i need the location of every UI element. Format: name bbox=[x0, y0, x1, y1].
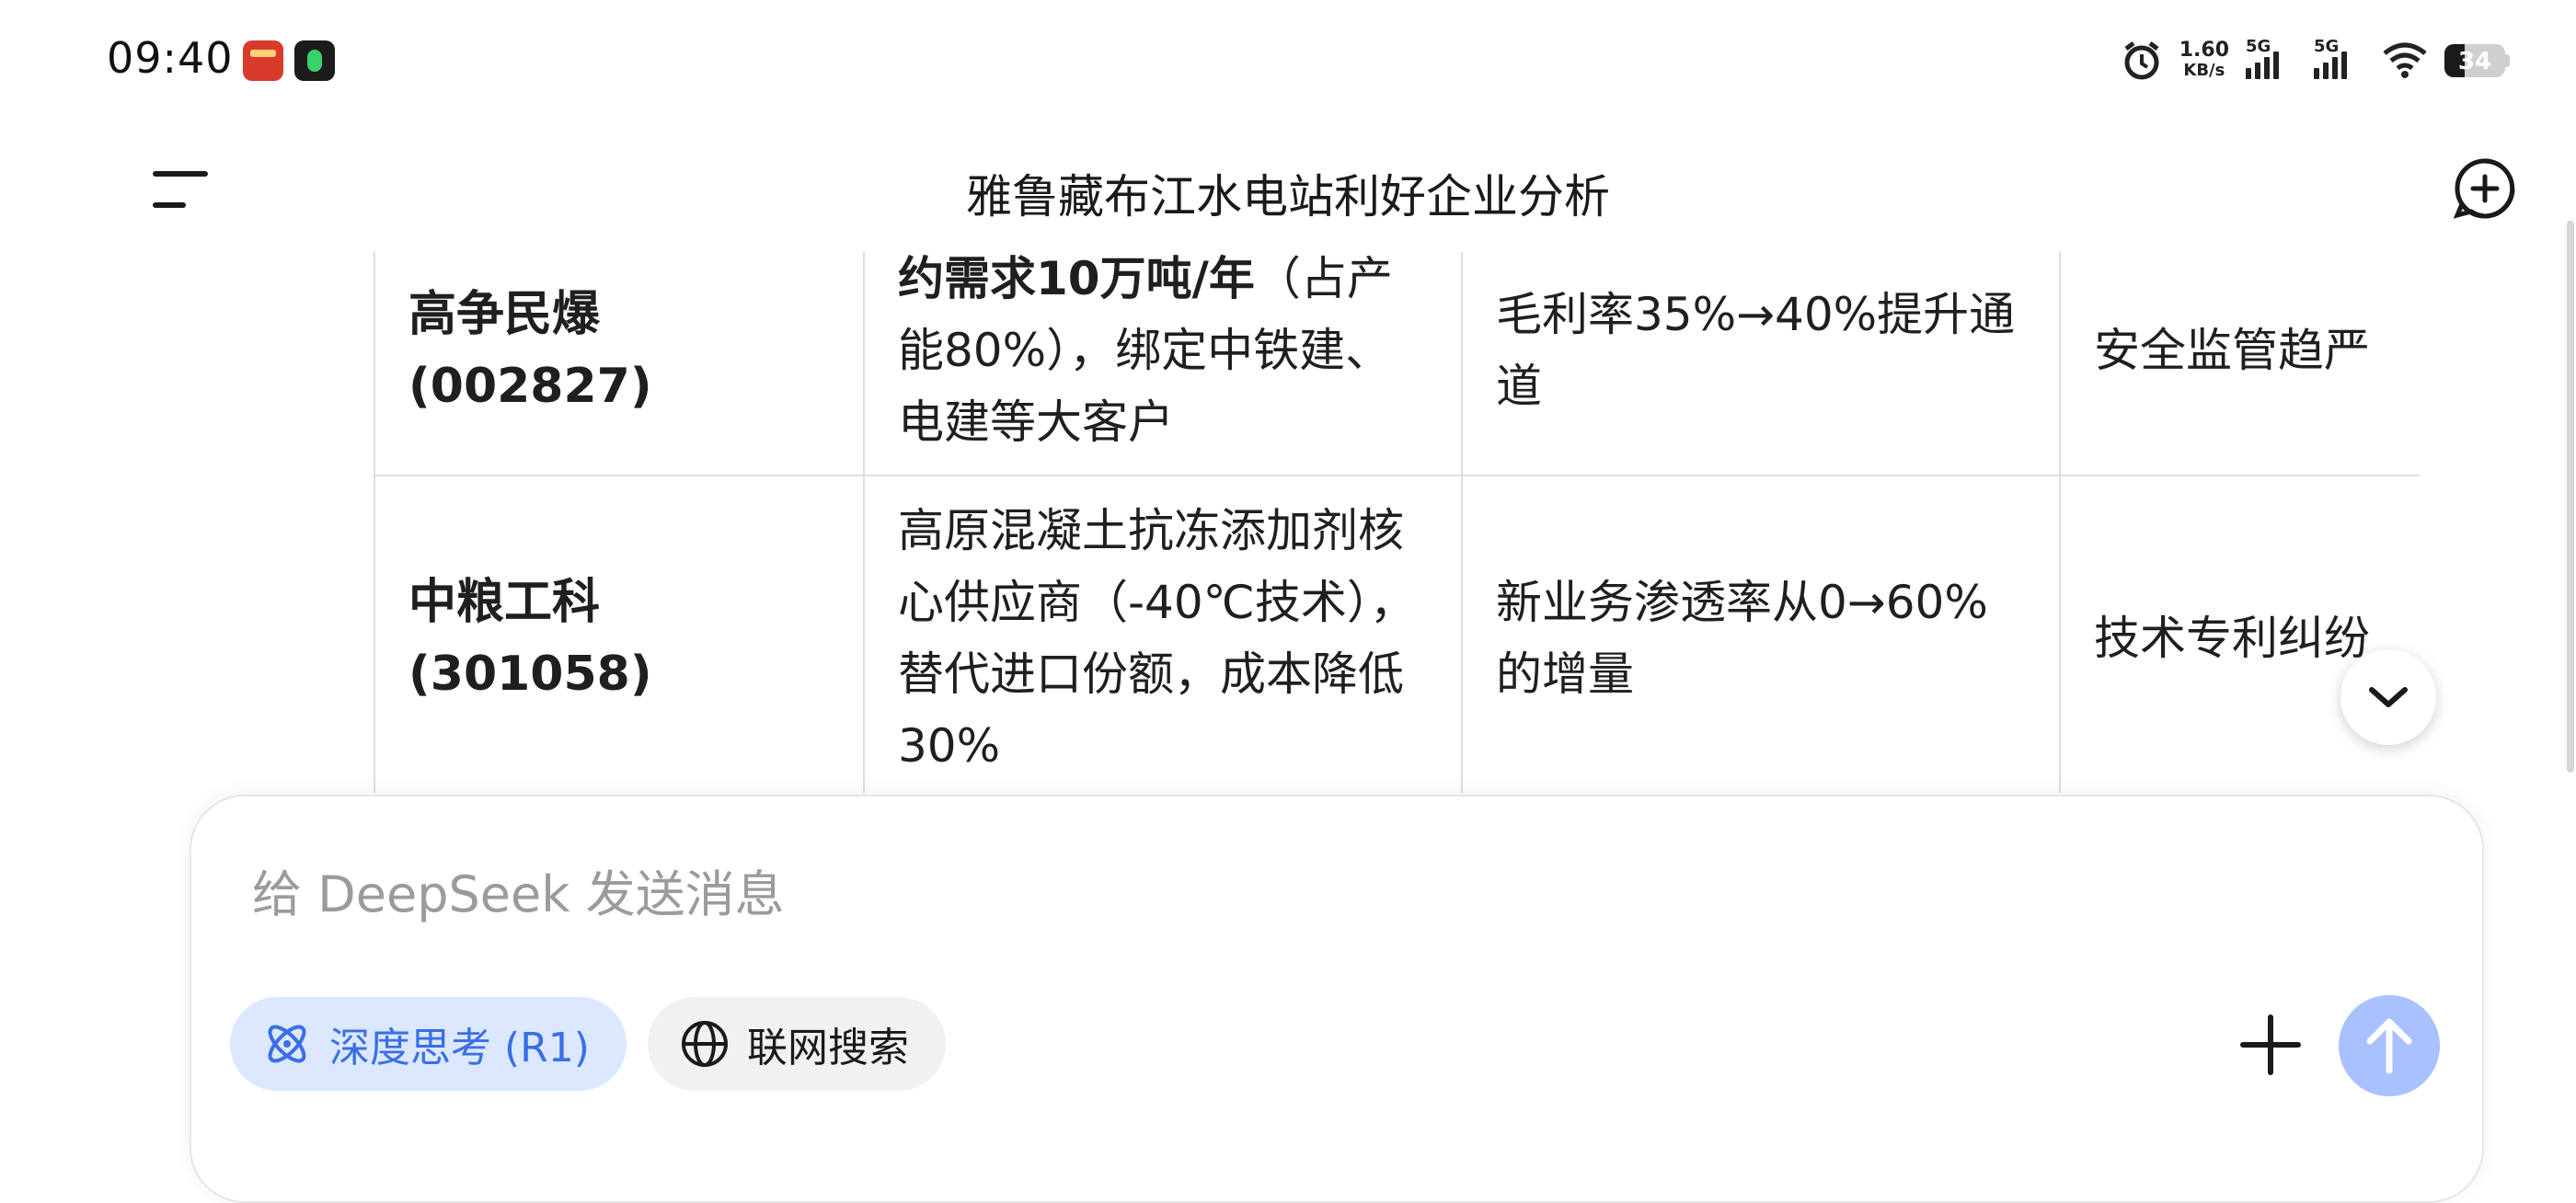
attach-plus-icon[interactable] bbox=[2232, 1006, 2309, 1083]
message-composer: 给 DeepSeek 发送消息 深度思考 (R1) 联网搜索 bbox=[190, 795, 2484, 1203]
web-search-label: 联网搜索 bbox=[747, 1025, 909, 1071]
signal-label-2: 5G bbox=[2314, 37, 2340, 56]
status-bar: 09:40 1.60 KB/s 5G 5G 34 bbox=[0, 0, 2576, 120]
analysis-table: 高争民爆(002827) 约需求10万吨/年（占产能80%），绑定中铁建、电建等… bbox=[374, 252, 2420, 793]
description-bold: 约需求10万吨/年 bbox=[898, 252, 1255, 305]
chevron-down-icon bbox=[2369, 687, 2408, 707]
status-time: 09:40 bbox=[107, 33, 234, 83]
send-button[interactable] bbox=[2339, 995, 2440, 1096]
system-icons: 1.60 KB/s 5G 5G 34 bbox=[2121, 37, 2510, 85]
deep-think-toggle[interactable]: 深度思考 (R1) bbox=[230, 997, 627, 1091]
web-search-toggle[interactable]: 联网搜索 bbox=[648, 997, 946, 1091]
growth-cell: 毛利率35%→40%提升通道 bbox=[1461, 252, 2061, 476]
scroll-to-bottom-button[interactable] bbox=[2340, 649, 2436, 745]
arrow-up-icon bbox=[2366, 1018, 2412, 1074]
notification-app-icon bbox=[243, 40, 283, 81]
description-text: 高原混凝土抗冻添加剂核心供应商（-40℃技术），替代进口份额，成本降低30% bbox=[898, 504, 1416, 773]
chat-title: 雅鲁藏布江水电站利好企业分析 bbox=[966, 170, 1610, 223]
wifi-icon bbox=[2383, 42, 2427, 78]
description-cell: 高原混凝土抗冻添加剂核心供应商（-40℃技术），替代进口份额，成本降低30% bbox=[863, 475, 1463, 793]
net-speed-unit: KB/s bbox=[2183, 61, 2225, 80]
table-row: 高争民爆(002827) 约需求10万吨/年（占产能80%），绑定中铁建、电建等… bbox=[374, 252, 2420, 476]
deep-think-label: 深度思考 (R1) bbox=[329, 1025, 590, 1071]
growth-cell: 新业务渗透率从0→60%的增量 bbox=[1461, 475, 2061, 793]
risk-cell: 安全监管趋严 bbox=[2059, 252, 2420, 476]
battery-icon: 34 bbox=[2444, 44, 2505, 77]
signal-label: 5G bbox=[2246, 37, 2271, 56]
analysis-table-container[interactable]: 高争民爆(002827) 约需求10万吨/年（占产能80%），绑定中铁建、电建等… bbox=[374, 252, 2420, 793]
chat-header: 雅鲁藏布江水电站利好企业分析 bbox=[0, 138, 2576, 239]
company-cell: 中粮工科(301058) bbox=[374, 475, 865, 793]
notification-app-icon-2 bbox=[294, 40, 335, 81]
table-row: 中粮工科(301058) 高原混凝土抗冻添加剂核心供应商（-40℃技术），替代进… bbox=[374, 475, 2420, 793]
risk-cell: 技术专利纠纷 bbox=[2059, 475, 2420, 793]
globe-icon bbox=[682, 1021, 728, 1067]
scrollbar[interactable] bbox=[2567, 221, 2574, 773]
signal-icon-2: 5G bbox=[2314, 37, 2365, 79]
message-input[interactable]: 给 DeepSeek 发送消息 bbox=[252, 854, 785, 926]
description-cell: 约需求10万吨/年（占产能80%），绑定中铁建、电建等大客户 bbox=[863, 252, 1463, 476]
net-speed-value: 1.60 bbox=[2179, 39, 2229, 62]
new-chat-icon[interactable] bbox=[2453, 156, 2517, 221]
battery-level: 34 bbox=[2457, 48, 2492, 75]
company-cell: 高争民爆(002827) bbox=[374, 252, 865, 476]
atom-icon bbox=[268, 1025, 306, 1063]
signal-icon: 5G bbox=[2246, 37, 2297, 79]
alarm-icon bbox=[2124, 41, 2159, 80]
net-speed: 1.60 KB/s bbox=[2179, 40, 2229, 81]
